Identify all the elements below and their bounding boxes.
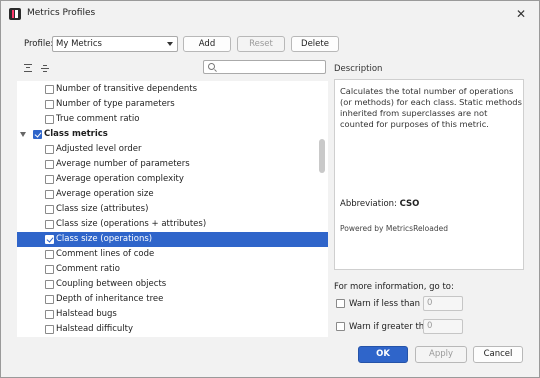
chevron-down-icon — [167, 42, 173, 46]
tree-row-label: Halstead difficulty — [56, 324, 134, 334]
search-input[interactable] — [203, 60, 326, 74]
metric-checkbox[interactable] — [45, 115, 54, 124]
metric-checkbox[interactable] — [45, 325, 54, 334]
metric-checkbox[interactable] — [45, 85, 54, 94]
metric-checkbox[interactable] — [45, 265, 54, 274]
metric-checkbox[interactable] — [45, 160, 54, 169]
profile-label: Profile: — [24, 39, 54, 49]
warn-greater-checkbox[interactable] — [336, 322, 345, 331]
tree-row-label: Class size (operations) — [56, 234, 153, 244]
reset-button-label: Reset — [249, 39, 273, 49]
metrics-tree: Number of transitive dependents Number of… — [17, 81, 328, 337]
powered-by-text: Powered by MetricsReloaded — [340, 224, 448, 233]
tree-row-label: Depth of inheritance tree — [56, 294, 164, 304]
more-info-label: For more information, go to: — [334, 282, 454, 292]
metric-checkbox[interactable] — [45, 250, 54, 259]
metric-checkbox[interactable] — [45, 235, 54, 244]
tree-row-label: Comment lines of code — [56, 249, 155, 259]
metric-checkbox[interactable] — [45, 310, 54, 319]
expander-icon[interactable] — [20, 132, 26, 137]
tree-row[interactable]: Adjusted level order — [17, 142, 328, 157]
tree-row[interactable]: Number of type parameters — [17, 97, 328, 112]
intellij-app-icon — [9, 8, 21, 20]
warn-less-label: Warn if less than — [349, 299, 421, 309]
metric-checkbox[interactable] — [45, 100, 54, 109]
apply-button-label: Apply — [429, 349, 453, 359]
ok-button[interactable]: OK — [358, 346, 408, 363]
tree-row-label: Coupling between objects — [56, 279, 167, 289]
tree-row[interactable]: Coupling between objects — [17, 277, 328, 292]
tree-row-label: Number of transitive dependents — [56, 84, 198, 94]
profile-select[interactable]: My Metrics — [52, 36, 178, 52]
reset-button[interactable]: Reset — [237, 36, 285, 52]
warn-greater-label: Warn if greater than — [349, 322, 435, 332]
description-text: Calculates the total number of operation… — [340, 86, 522, 129]
tree-row-label: Average number of parameters — [56, 159, 190, 169]
cancel-button-label: Cancel — [483, 349, 513, 359]
tree-row[interactable]: Halstead difficulty — [17, 322, 328, 337]
add-button[interactable]: Add — [183, 36, 231, 52]
tree-row[interactable]: Comment ratio — [17, 262, 328, 277]
tree-row-label: Average operation size — [56, 189, 154, 199]
tree-row[interactable]: Depth of inheritance tree — [17, 292, 328, 307]
abbreviation: Abbreviation: CSO — [340, 199, 419, 209]
tree-row-label: Average operation complexity — [56, 174, 184, 184]
tree-row[interactable]: Average operation size — [17, 187, 328, 202]
metric-checkbox[interactable] — [45, 190, 54, 199]
metric-checkbox[interactable] — [45, 175, 54, 184]
ok-button-label: OK — [376, 349, 390, 359]
metric-checkbox[interactable] — [45, 145, 54, 154]
abbreviation-label: Abbreviation: — [340, 199, 397, 209]
title-bar: Metrics Profiles ✕ — [1, 1, 539, 27]
metric-checkbox[interactable] — [45, 295, 54, 304]
apply-button[interactable]: Apply — [415, 346, 467, 363]
tree-row[interactable]: Average number of parameters — [17, 157, 328, 172]
tree-row-label: True comment ratio — [56, 114, 140, 124]
close-icon[interactable]: ✕ — [509, 4, 533, 24]
tree-row[interactable]: Class size (operations + attributes) — [17, 217, 328, 232]
metric-checkbox[interactable] — [45, 205, 54, 214]
description-label: Description — [334, 64, 383, 74]
tree-row-label: Halstead bugs — [56, 309, 117, 319]
tree-row[interactable]: Class size (operations) — [17, 232, 328, 247]
warn-less-checkbox[interactable] — [336, 299, 345, 308]
profile-select-value: My Metrics — [56, 39, 102, 49]
window-title: Metrics Profiles — [27, 8, 96, 18]
tree-scrollbar[interactable] — [319, 139, 325, 173]
tree-row-label: Class metrics — [44, 129, 108, 139]
expand-all-icon[interactable] — [23, 63, 33, 73]
tree-row-label: Number of type parameters — [56, 99, 175, 109]
metric-checkbox[interactable] — [33, 130, 42, 139]
tree-row[interactable]: Class size (attributes) — [17, 202, 328, 217]
search-icon — [208, 63, 215, 70]
tree-row[interactable]: Comment lines of code — [17, 247, 328, 262]
metric-checkbox[interactable] — [45, 220, 54, 229]
tree-row-label: Comment ratio — [56, 264, 120, 274]
tree-row-label: Adjusted level order — [56, 144, 142, 154]
cancel-button[interactable]: Cancel — [473, 346, 523, 363]
warn-less-field[interactable]: 0 — [423, 296, 463, 311]
description-panel: Calculates the total number of operation… — [334, 79, 524, 270]
warn-greater-field[interactable]: 0 — [423, 319, 463, 334]
tree-row-label: Class size (attributes) — [56, 204, 149, 214]
delete-button[interactable]: Delete — [291, 36, 339, 52]
tree-row[interactable]: Halstead bugs — [17, 307, 328, 322]
tree-row[interactable]: Number of transitive dependents — [17, 82, 328, 97]
add-button-label: Add — [198, 39, 216, 49]
abbreviation-value: CSO — [399, 199, 420, 209]
delete-button-label: Delete — [301, 39, 329, 49]
tree-row[interactable]: True comment ratio — [17, 112, 328, 127]
tree-group-row[interactable]: Class metrics — [17, 127, 328, 142]
metric-checkbox[interactable] — [45, 280, 54, 289]
tree-row-label: Class size (operations + attributes) — [56, 219, 207, 229]
collapse-all-icon[interactable] — [40, 63, 50, 73]
tree-row[interactable]: Average operation complexity — [17, 172, 328, 187]
metrics-profiles-dialog: Metrics Profiles ✕ Profile: My Metrics A… — [0, 0, 540, 378]
